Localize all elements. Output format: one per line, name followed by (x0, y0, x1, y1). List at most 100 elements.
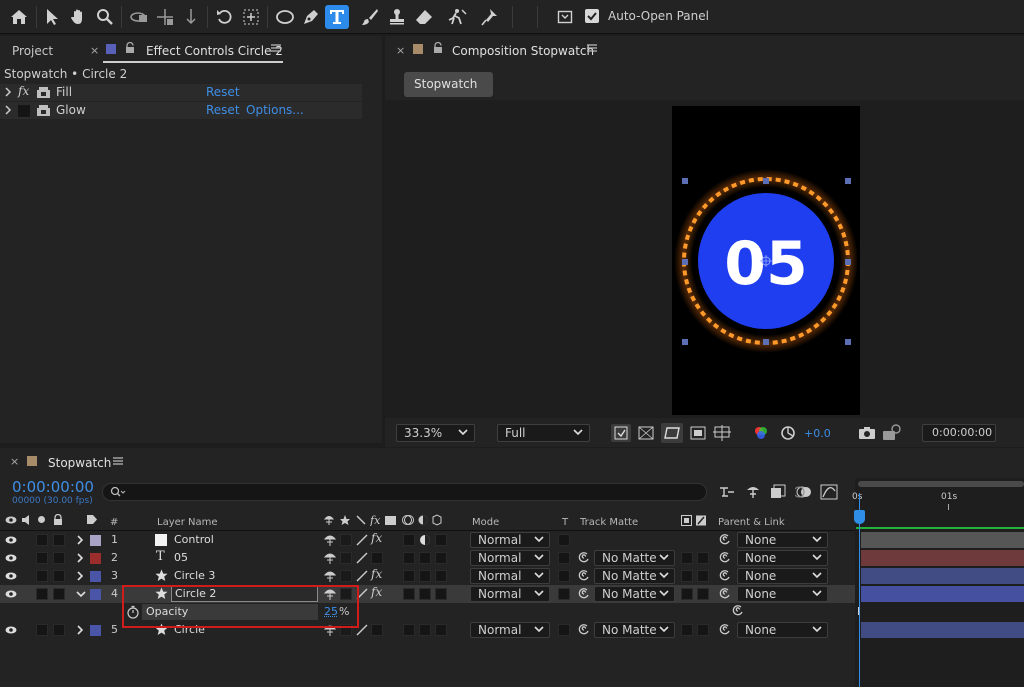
parent-dropdown[interactable]: None (737, 550, 828, 566)
preserve-transparency-switch[interactable] (558, 552, 570, 564)
label-color-swatch[interactable] (90, 571, 101, 582)
pick-whip-icon[interactable] (577, 623, 591, 637)
layer-duration-bar[interactable] (861, 532, 1024, 548)
close-icon[interactable]: × (90, 44, 99, 57)
adjustment-switch[interactable] (419, 588, 431, 600)
motion-blur-switch[interactable] (403, 570, 415, 582)
fx-toggle-box[interactable] (18, 105, 30, 117)
dolly-icon[interactable] (179, 5, 203, 29)
quality-switch-icon[interactable] (356, 570, 368, 582)
pick-whip-icon[interactable] (718, 587, 732, 601)
auto-open-checkbox[interactable] (585, 9, 599, 23)
solo-switch[interactable] (36, 588, 48, 600)
matte-invert-switch[interactable] (697, 588, 709, 600)
color-channels-icon[interactable] (753, 425, 769, 441)
graph-editor-icon[interactable] (820, 484, 838, 500)
preserve-transparency-switch[interactable] (558, 588, 570, 600)
parent-dropdown[interactable]: None (737, 586, 828, 602)
layer-row[interactable]: 1 Control fx Normal None (0, 531, 855, 549)
comp-mini-flowchart-icon[interactable] (718, 484, 736, 500)
tab-composition[interactable]: Composition Stopwatch (452, 44, 594, 58)
lock-switch[interactable] (53, 534, 65, 546)
ellipse-icon[interactable] (273, 5, 297, 29)
exposure-value[interactable]: +0.0 (804, 427, 831, 440)
chevron-right-icon[interactable] (76, 553, 84, 563)
eraser-icon[interactable] (412, 5, 436, 29)
audio-header-icon[interactable] (21, 515, 33, 525)
layer-name[interactable]: Circle 3 (174, 567, 215, 585)
lock-switch[interactable] (53, 624, 65, 636)
blend-mode-dropdown[interactable]: Normal (470, 586, 550, 602)
comp-timecode[interactable]: 0:00:00:00 (922, 424, 996, 442)
solo-switch[interactable] (36, 552, 48, 564)
solo-switch[interactable] (36, 624, 48, 636)
shy-switch-icon[interactable] (323, 569, 337, 583)
parent-dropdown[interactable]: None (737, 568, 828, 584)
layer-duration-bar[interactable] (861, 550, 1024, 566)
lock-switch[interactable] (53, 570, 65, 582)
show-snapshot-icon[interactable] (882, 424, 902, 442)
fx-icon[interactable]: fx (371, 531, 382, 545)
reset-exposure-icon[interactable] (779, 424, 797, 442)
motion-blur-switch[interactable] (403, 534, 415, 546)
pick-whip-icon[interactable] (718, 569, 732, 583)
close-icon[interactable]: × (10, 455, 19, 468)
comp-breadcrumb-button[interactable]: Stopwatch (404, 72, 493, 97)
adjustment-layer-icon[interactable] (419, 534, 431, 546)
roto-brush-icon[interactable] (444, 5, 468, 29)
type-icon[interactable] (325, 5, 349, 29)
zoom-icon[interactable] (93, 5, 117, 29)
mask-visibility-icon[interactable] (661, 423, 683, 443)
hand-icon[interactable] (66, 5, 90, 29)
matte-source-switch[interactable] (681, 552, 693, 564)
panel-menu-icon[interactable] (271, 43, 281, 53)
layer-duration-bar[interactable] (861, 622, 1024, 638)
effect-row-fill[interactable]: fx Fill Reset (0, 84, 362, 101)
collapse-switch[interactable] (340, 570, 352, 582)
lock-icon[interactable] (53, 514, 63, 525)
chevron-right-icon[interactable] (4, 87, 12, 97)
fast-previews-icon[interactable] (611, 424, 631, 442)
lock-icon[interactable] (125, 42, 135, 54)
playhead-handle[interactable] (854, 510, 865, 524)
3d-layer-switch[interactable] (435, 624, 447, 636)
3d-layer-switch[interactable] (435, 534, 447, 546)
layer-search-input[interactable] (102, 483, 707, 501)
eye-icon[interactable] (5, 553, 17, 563)
pick-whip-icon[interactable] (718, 623, 732, 637)
panel-menu-icon[interactable] (587, 43, 597, 53)
parent-dropdown[interactable]: None (737, 532, 828, 548)
chevron-right-icon[interactable] (76, 571, 84, 581)
matte-source-switch[interactable] (681, 570, 693, 582)
puppet-icon[interactable] (477, 5, 501, 29)
preserve-transparency-switch[interactable] (558, 534, 570, 546)
pick-whip-icon[interactable] (577, 569, 591, 583)
pick-whip-icon[interactable] (577, 551, 591, 565)
effect-reset-link[interactable]: Reset (206, 103, 240, 117)
pan-behind-icon[interactable] (239, 5, 263, 29)
shy-switch-icon[interactable] (323, 533, 337, 547)
fx-switch[interactable] (371, 624, 383, 636)
resolution-dropdown[interactable]: Full (497, 424, 590, 442)
solo-header-icon[interactable] (38, 516, 45, 523)
pick-whip-icon[interactable] (731, 604, 745, 618)
pick-whip-icon[interactable] (577, 587, 591, 601)
preserve-transparency-switch[interactable] (558, 624, 570, 636)
pick-whip-icon[interactable] (718, 551, 732, 565)
fx-switch[interactable] (371, 552, 383, 564)
eye-icon[interactable] (5, 625, 17, 635)
collapse-switch[interactable] (340, 552, 352, 564)
motion-blur-icon[interactable] (795, 484, 813, 500)
layer-duration-bar[interactable] (861, 586, 1024, 602)
rotate-icon[interactable] (213, 5, 237, 29)
tab-effect-controls[interactable]: Effect Controls Circle 2 (146, 44, 283, 58)
fx-icon[interactable]: fx (371, 567, 382, 581)
pen-icon[interactable] (299, 5, 323, 29)
label-color-swatch[interactable] (90, 589, 101, 600)
layer-duration-bar[interactable] (861, 568, 1024, 584)
track-matte-dropdown[interactable]: No Matte (594, 568, 675, 584)
label-color-swatch[interactable] (90, 625, 101, 636)
pan-icon[interactable] (153, 5, 177, 29)
zoom-dropdown[interactable]: 33.3% (396, 424, 475, 442)
selection-icon[interactable] (40, 5, 64, 29)
